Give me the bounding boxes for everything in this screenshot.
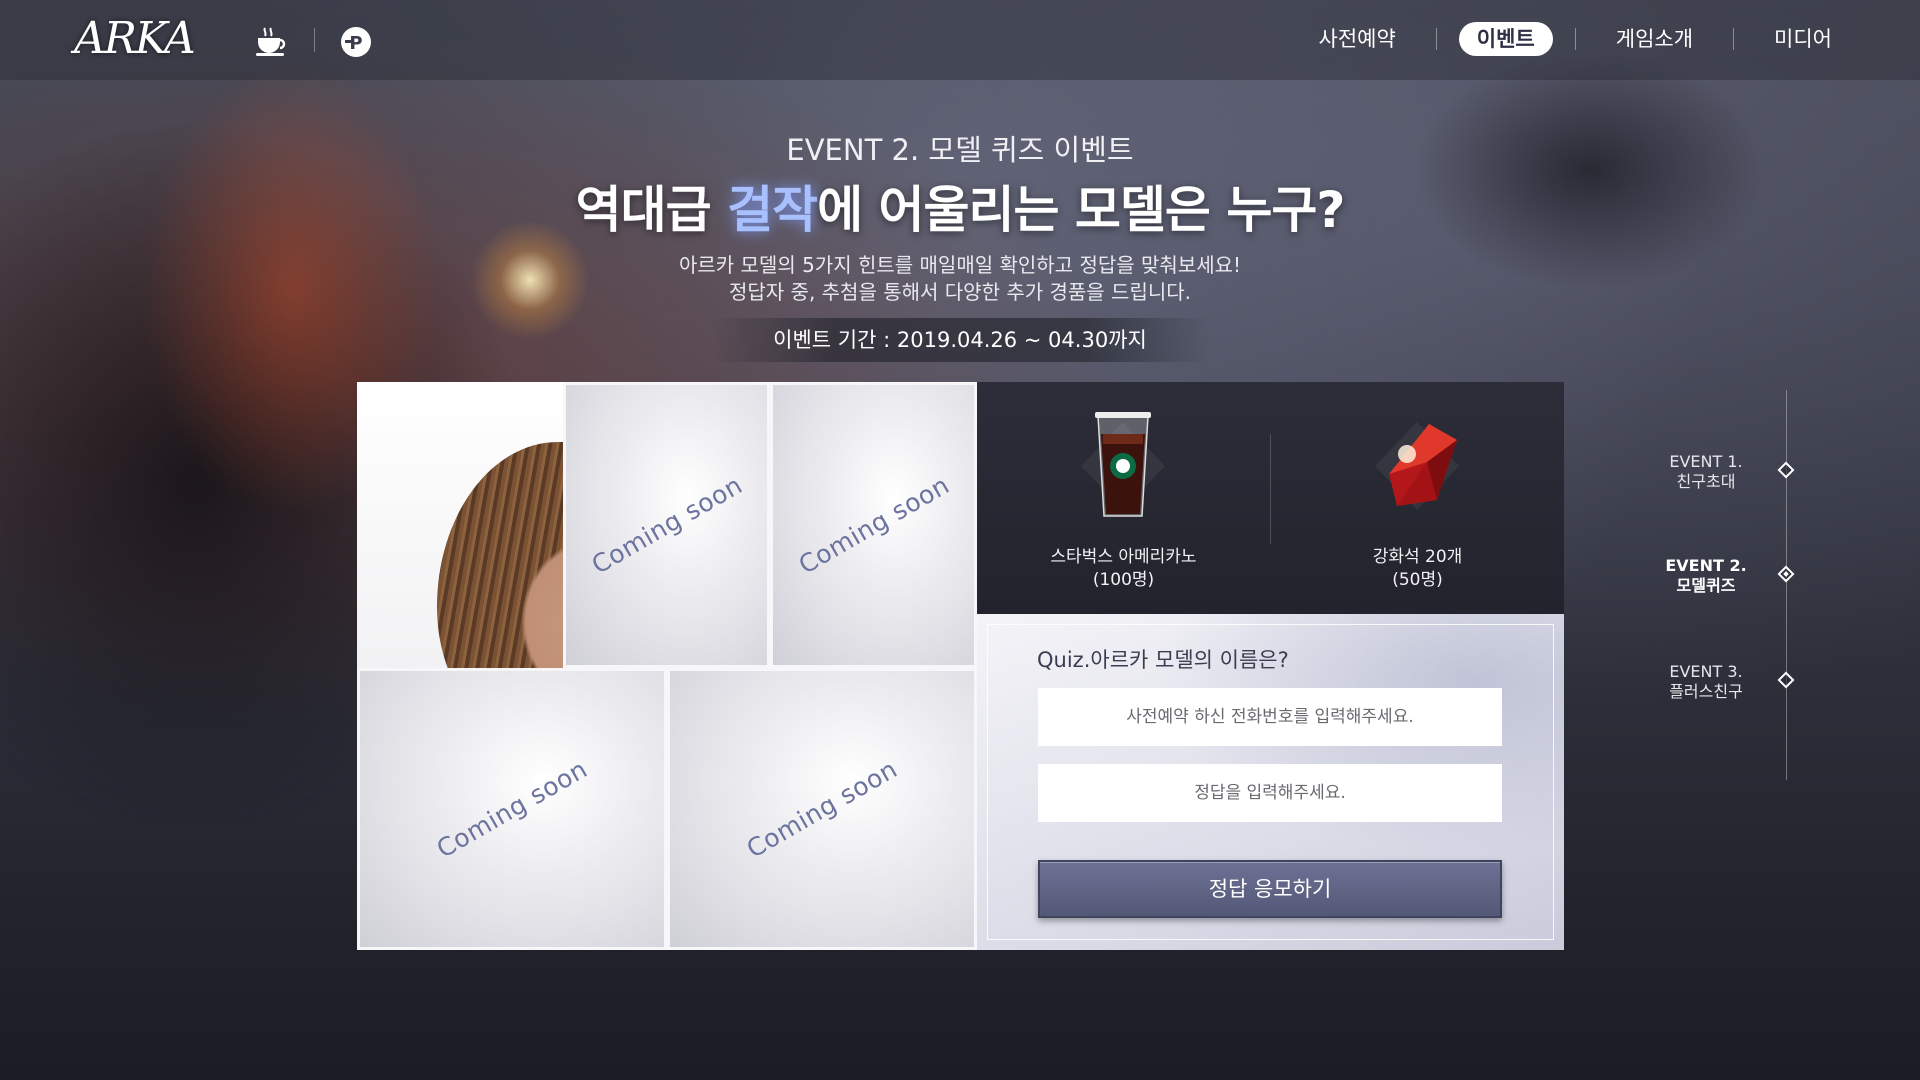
- reward-name: 스타벅스 아메리카노: [1050, 547, 1197, 567]
- coming-soon-label: Coming soon: [793, 470, 954, 580]
- description-line: 정답자 중, 추첨을 통해서 다양한 추가 경품을 드립니다.: [728, 280, 1192, 304]
- side-nav-event-title: 플러스친구: [1669, 682, 1743, 701]
- event-description: 아르카 모델의 5가지 힌트를 매일매일 확인하고 정답을 맞춰보세요! 정답자…: [0, 252, 1920, 306]
- quiz-form: Quiz.아르카 모델의 이름은? 정답 응모하기: [977, 614, 1564, 950]
- nav-preregister[interactable]: 사전예약: [1301, 22, 1414, 56]
- nav-event[interactable]: 이벤트: [1458, 22, 1553, 56]
- hint-tile-1[interactable]: [357, 382, 563, 668]
- diamond-marker-icon[interactable]: [1777, 461, 1795, 479]
- reward-count: (100명): [1092, 570, 1155, 590]
- top-bar: ARKA P 사전예약 이벤트 게임소개 미디어: [0, 0, 1920, 80]
- quiz-question: Quiz.아르카 모델의 이름은?: [1037, 648, 1289, 672]
- side-nav-event-number: EVENT 3.: [1669, 662, 1743, 681]
- side-nav-event-number: EVENT 2.: [1665, 556, 1747, 575]
- side-nav-label: EVENT 1. 친구초대: [1656, 452, 1756, 492]
- iced-americano-icon: [1073, 404, 1173, 524]
- submit-answer-button[interactable]: 정답 응모하기: [1038, 860, 1502, 918]
- side-nav-label: EVENT 2. 모델퀴즈: [1656, 556, 1756, 596]
- reward-name: 강화석 20개: [1372, 547, 1463, 567]
- reward-count: (50명): [1392, 570, 1443, 590]
- coffee-cup-icon[interactable]: [252, 22, 292, 62]
- side-nav-event-title: 친구초대: [1676, 472, 1736, 491]
- diamond-marker-icon[interactable]: [1777, 565, 1795, 583]
- pmang-icon[interactable]: P: [336, 22, 376, 62]
- coming-soon-label: Coming soon: [431, 754, 593, 864]
- model-photo: [437, 442, 563, 668]
- reward-gem: 강화석 20개 (50명): [1271, 382, 1564, 614]
- nav-game-intro[interactable]: 게임소개: [1598, 22, 1711, 56]
- hint-tile-2[interactable]: Coming soon: [563, 382, 770, 668]
- svg-text:P: P: [349, 33, 362, 54]
- red-gem-icon: [1367, 404, 1467, 524]
- side-nav-label: EVENT 3. 플러스친구: [1656, 662, 1756, 702]
- nav-media[interactable]: 미디어: [1756, 22, 1850, 56]
- event-tag: EVENT 2. 모델 퀴즈 이벤트: [786, 133, 1134, 167]
- headline-part-2: 에 어울리는 모델은 누구?: [817, 181, 1345, 239]
- nav-divider: [1574, 28, 1576, 50]
- hint-tile-3[interactable]: Coming soon: [770, 382, 977, 668]
- headline: 역대급 걸작에 어울리는 모델은 누구?: [0, 178, 1920, 242]
- nav-divider: [1733, 28, 1735, 50]
- phone-number-input[interactable]: [1038, 688, 1502, 746]
- side-nav-event-number: EVENT 1.: [1669, 452, 1743, 471]
- event-hero: EVENT 2. 모델 퀴즈 이벤트 역대급 걸작에 어울리는 모델은 누구? …: [0, 130, 1920, 306]
- hint-grid: Coming soon Coming soon Coming soon Comi…: [357, 382, 977, 950]
- header-divider: [314, 28, 315, 52]
- side-nav-event-title: 모델퀴즈: [1676, 576, 1736, 595]
- headline-part-1: 역대급: [575, 181, 728, 239]
- coming-soon-label: Coming soon: [741, 754, 903, 864]
- event-period: 이벤트 기간 : 2019.04.26 ~ 04.30까지: [710, 318, 1210, 362]
- diamond-marker-icon[interactable]: [1777, 671, 1795, 689]
- reward-americano: 스타벅스 아메리카노 (100명): [977, 382, 1270, 614]
- description-line: 아르카 모델의 5가지 힌트를 매일매일 확인하고 정답을 맞춰보세요!: [678, 253, 1242, 277]
- arka-logo[interactable]: ARKA: [74, 6, 219, 72]
- side-nav-line: [1786, 390, 1787, 780]
- rewards-panel: 스타벅스 아메리카노 (100명) 강화석 20개 (50명): [977, 382, 1564, 614]
- hint-tile-5[interactable]: Coming soon: [667, 668, 977, 950]
- coming-soon-label: Coming soon: [586, 470, 747, 580]
- nav-divider: [1435, 28, 1437, 50]
- headline-highlight: 걸작: [727, 181, 818, 239]
- hint-tile-4[interactable]: Coming soon: [357, 668, 667, 950]
- answer-input[interactable]: [1038, 764, 1502, 822]
- main-nav: 사전예약 이벤트 게임소개 미디어: [1301, 22, 1851, 56]
